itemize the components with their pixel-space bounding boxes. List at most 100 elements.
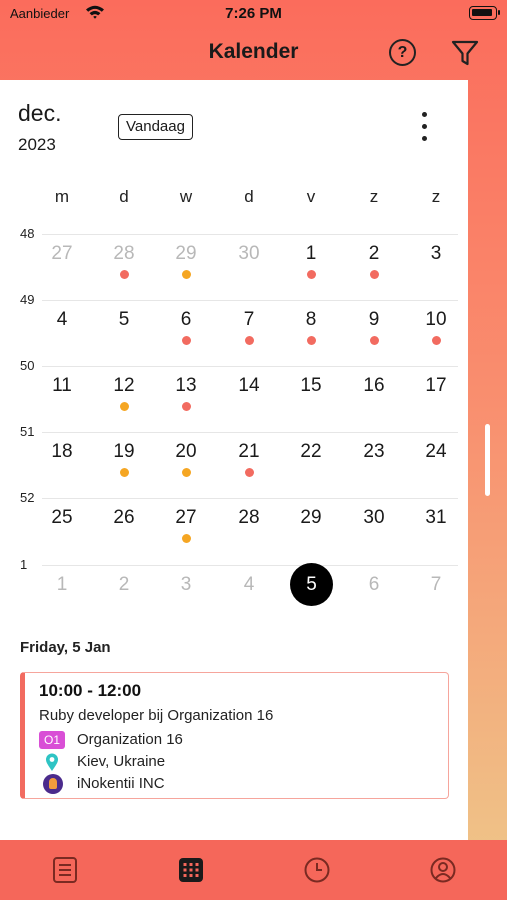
calendar-day[interactable]: 24 (416, 441, 456, 463)
week-number: 52 (20, 490, 35, 505)
week-number: 51 (20, 424, 35, 439)
weekday-header: d (244, 187, 254, 206)
event-time: 10:00 - 12:00 (39, 681, 142, 700)
calendar-day[interactable]: 21 (229, 441, 269, 463)
week-divider (42, 300, 458, 301)
calendar-day[interactable]: 27 (42, 243, 82, 265)
status-time: 7:26 PM (225, 5, 282, 22)
event-card[interactable]: 10:00 - 12:00 Ruby developer bij Organiz… (20, 672, 449, 799)
calendar-day[interactable]: 18 (42, 441, 82, 463)
event-indicator-dot (306, 270, 316, 279)
calendar-day[interactable]: 2 (354, 243, 394, 265)
calendar-day[interactable]: 9 (354, 309, 394, 331)
list-icon[interactable] (50, 855, 80, 885)
calendar-day[interactable]: 20 (166, 441, 206, 463)
event-indicator-dot (119, 468, 129, 477)
calendar-day[interactable]: 8 (291, 309, 331, 331)
calendar-day[interactable]: 30 (229, 243, 269, 265)
calendar-day[interactable]: 29 (166, 243, 206, 265)
event-indicator-dot (244, 336, 254, 345)
calendar-day[interactable]: 25 (42, 507, 82, 529)
scrollbar[interactable] (485, 424, 490, 496)
calendar-day[interactable]: 3 (416, 243, 456, 265)
calendar-day[interactable]: 13 (166, 375, 206, 397)
weekday-header: w (179, 187, 193, 206)
week-divider (42, 234, 458, 235)
calendar-day[interactable]: 7 (416, 574, 456, 596)
event-indicator-dot (181, 270, 191, 279)
navigation-bar: Kalender ? (0, 30, 507, 75)
calendar-day[interactable]: 11 (42, 375, 82, 397)
calendar-day[interactable]: 6 (354, 574, 394, 596)
calendar-day[interactable]: 31 (416, 507, 456, 529)
week-divider (42, 498, 458, 499)
event-indicator-dot (119, 270, 129, 279)
event-organization: Organization 16 (77, 731, 183, 748)
event-indicator-dot (119, 402, 129, 411)
calendar-day[interactable]: 15 (291, 375, 331, 397)
weekday-header: m (54, 187, 70, 206)
calendar-day[interactable]: 17 (416, 375, 456, 397)
calendar-day[interactable]: 12 (104, 375, 144, 397)
profile-icon[interactable] (428, 855, 458, 885)
calendar-day[interactable]: 27 (166, 507, 206, 529)
company-avatar (43, 774, 63, 794)
week-number: 48 (20, 226, 35, 241)
calendar-card: dec. 2023 Vandaag m d w d v z z 48 27 28 29 30 1 2 3 49… (0, 80, 468, 840)
selected-date-label: Friday, 5 Jan (20, 639, 111, 656)
battery-icon (469, 6, 500, 20)
calendar-day[interactable]: 1 (291, 243, 331, 265)
event-indicator-dot (369, 336, 379, 345)
week-number: 1 (20, 557, 28, 572)
tab-bar (0, 840, 507, 900)
help-button[interactable]: ? (389, 39, 416, 66)
more-options-icon[interactable] (415, 110, 435, 144)
calendar-day[interactable]: 4 (229, 574, 269, 596)
event-indicator-dot (181, 336, 191, 345)
calendar-day[interactable]: 3 (166, 574, 206, 596)
filter-icon[interactable] (450, 38, 480, 68)
calendar-day[interactable]: 29 (291, 507, 331, 529)
calendar-day[interactable]: 6 (166, 309, 206, 331)
event-indicator-dot (306, 336, 316, 345)
event-indicator-dot (369, 270, 379, 279)
calendar-day[interactable]: 5 (104, 309, 144, 331)
calendar-day[interactable]: 2 (104, 574, 144, 596)
clock-icon[interactable] (302, 855, 332, 885)
calendar-day[interactable]: 30 (354, 507, 394, 529)
calendar-day[interactable]: 4 (42, 309, 82, 331)
organization-badge: O1 (39, 731, 65, 749)
event-indicator-dot (181, 468, 191, 477)
calendar-day[interactable]: 28 (104, 243, 144, 265)
calendar-day[interactable]: 14 (229, 375, 269, 397)
calendar-day[interactable]: 16 (354, 375, 394, 397)
calendar-day[interactable]: 10 (416, 309, 456, 331)
weekday-header: d (119, 187, 129, 206)
event-title: Ruby developer bij Organization 16 (39, 707, 274, 724)
calendar-day[interactable]: 7 (229, 309, 269, 331)
today-button[interactable]: Vandaag (118, 114, 193, 140)
week-divider (42, 432, 458, 433)
calendar-day[interactable]: 22 (291, 441, 331, 463)
event-indicator-dot (181, 402, 191, 411)
weekday-header: v (306, 187, 316, 206)
selected-day[interactable]: 5 (290, 563, 333, 606)
week-divider (42, 366, 458, 367)
status-bar: Aanbieder 7:26 PM (0, 0, 507, 30)
calendar-day[interactable]: 23 (354, 441, 394, 463)
event-location: Kiev, Ukraine (77, 753, 166, 770)
calendar-day[interactable]: 19 (104, 441, 144, 463)
event-indicator-dot (244, 468, 254, 477)
event-indicator-dot (431, 336, 441, 345)
calendar-grid-icon[interactable] (176, 855, 206, 885)
location-pin-icon (39, 752, 65, 772)
calendar-day[interactable]: 26 (104, 507, 144, 529)
calendar-day[interactable]: 1 (42, 574, 82, 596)
week-number: 49 (20, 292, 35, 307)
calendar-day[interactable]: 28 (229, 507, 269, 529)
weekday-header: z (369, 187, 379, 206)
year-label: 2023 (18, 135, 56, 154)
page-title: Kalender (208, 40, 299, 63)
weekday-header: z (431, 187, 441, 206)
week-divider (42, 565, 458, 566)
